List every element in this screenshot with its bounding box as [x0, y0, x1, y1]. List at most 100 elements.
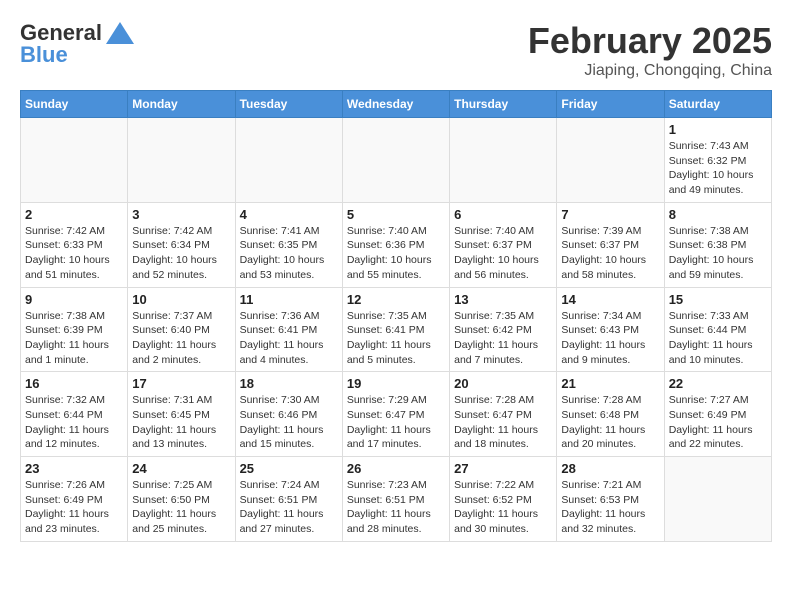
month-title: February 2025	[528, 20, 772, 62]
day-of-week-header: Wednesday	[342, 91, 449, 118]
day-number: 18	[240, 376, 338, 391]
day-info: Sunrise: 7:35 AM Sunset: 6:41 PM Dayligh…	[347, 309, 445, 368]
day-number: 22	[669, 376, 767, 391]
day-info: Sunrise: 7:37 AM Sunset: 6:40 PM Dayligh…	[132, 309, 230, 368]
day-of-week-header: Friday	[557, 91, 664, 118]
day-info: Sunrise: 7:24 AM Sunset: 6:51 PM Dayligh…	[240, 478, 338, 537]
day-number: 23	[25, 461, 123, 476]
calendar-cell: 19Sunrise: 7:29 AM Sunset: 6:47 PM Dayli…	[342, 372, 449, 457]
day-number: 5	[347, 207, 445, 222]
calendar-cell: 10Sunrise: 7:37 AM Sunset: 6:40 PM Dayli…	[128, 287, 235, 372]
calendar-cell: 25 Sunrise: 7:24 AM Sunset: 6:51 PM Dayli…	[235, 457, 342, 542]
calendar-header-row: SundayMondayTuesdayWednesdayThursdayFrid…	[21, 91, 772, 118]
calendar-table: SundayMondayTuesdayWednesdayThursdayFrid…	[20, 90, 772, 542]
day-info: Sunrise: 7:21 AM Sunset: 6:53 PM Dayligh…	[561, 478, 659, 537]
calendar-week-row: 9 Sunrise: 7:38 AM Sunset: 6:39 PM Daylig…	[21, 287, 772, 372]
day-info: Sunrise: 7:39 AM Sunset: 6:37 PM Dayligh…	[561, 224, 659, 283]
day-number: 4	[240, 207, 338, 222]
calendar-cell	[342, 118, 449, 203]
calendar-cell: 9 Sunrise: 7:38 AM Sunset: 6:39 PM Daylig…	[21, 287, 128, 372]
calendar-week-row: 2Sunrise: 7:42 AM Sunset: 6:33 PM Daylig…	[21, 202, 772, 287]
logo: General Blue	[20, 20, 134, 68]
day-info: Sunrise: 7:26 AM Sunset: 6:49 PM Dayligh…	[25, 478, 123, 537]
page-header: General Blue February 2025 Jiaping, Chon…	[20, 20, 772, 80]
day-number: 3	[132, 207, 230, 222]
day-info: Sunrise: 7:28 AM Sunset: 6:47 PM Dayligh…	[454, 393, 552, 452]
day-number: 27	[454, 461, 552, 476]
day-number: 26	[347, 461, 445, 476]
calendar-cell: 12 Sunrise: 7:35 AM Sunset: 6:41 PM Dayli…	[342, 287, 449, 372]
calendar-week-row: 1Sunrise: 7:43 AM Sunset: 6:32 PM Daylig…	[21, 118, 772, 203]
day-of-week-header: Saturday	[664, 91, 771, 118]
calendar-cell: 23 Sunrise: 7:26 AM Sunset: 6:49 PM Dayli…	[21, 457, 128, 542]
calendar-cell: 5 Sunrise: 7:40 AM Sunset: 6:36 PM Daylig…	[342, 202, 449, 287]
logo-icon	[106, 22, 134, 44]
day-number: 21	[561, 376, 659, 391]
day-info: Sunrise: 7:27 AM Sunset: 6:49 PM Dayligh…	[669, 393, 767, 452]
calendar-cell: 7 Sunrise: 7:39 AM Sunset: 6:37 PM Daylig…	[557, 202, 664, 287]
calendar-cell: 16 Sunrise: 7:32 AM Sunset: 6:44 PM Dayli…	[21, 372, 128, 457]
calendar-cell: 18 Sunrise: 7:30 AM Sunset: 6:46 PM Dayli…	[235, 372, 342, 457]
calendar-cell	[21, 118, 128, 203]
day-number: 15	[669, 292, 767, 307]
day-number: 24	[132, 461, 230, 476]
day-number: 28	[561, 461, 659, 476]
calendar-cell: 11 Sunrise: 7:36 AM Sunset: 6:41 PM Dayli…	[235, 287, 342, 372]
day-info: Sunrise: 7:40 AM Sunset: 6:36 PM Dayligh…	[347, 224, 445, 283]
day-number: 7	[561, 207, 659, 222]
title-section: February 2025 Jiaping, Chongqing, China	[528, 20, 772, 80]
day-number: 17	[132, 376, 230, 391]
day-info: Sunrise: 7:29 AM Sunset: 6:47 PM Dayligh…	[347, 393, 445, 452]
day-number: 8	[669, 207, 767, 222]
calendar-cell: 4 Sunrise: 7:41 AM Sunset: 6:35 PM Daylig…	[235, 202, 342, 287]
day-number: 25	[240, 461, 338, 476]
calendar-cell: 21 Sunrise: 7:28 AM Sunset: 6:48 PM Dayli…	[557, 372, 664, 457]
day-info: Sunrise: 7:28 AM Sunset: 6:48 PM Dayligh…	[561, 393, 659, 452]
calendar-cell: 8 Sunrise: 7:38 AM Sunset: 6:38 PM Daylig…	[664, 202, 771, 287]
day-info: Sunrise: 7:36 AM Sunset: 6:41 PM Dayligh…	[240, 309, 338, 368]
calendar-cell: 22 Sunrise: 7:27 AM Sunset: 6:49 PM Dayli…	[664, 372, 771, 457]
day-info: Sunrise: 7:41 AM Sunset: 6:35 PM Dayligh…	[240, 224, 338, 283]
calendar-week-row: 16 Sunrise: 7:32 AM Sunset: 6:44 PM Dayli…	[21, 372, 772, 457]
day-number: 11	[240, 292, 338, 307]
day-info: Sunrise: 7:23 AM Sunset: 6:51 PM Dayligh…	[347, 478, 445, 537]
day-number: 6	[454, 207, 552, 222]
calendar-cell	[557, 118, 664, 203]
calendar-cell: 17 Sunrise: 7:31 AM Sunset: 6:45 PM Dayli…	[128, 372, 235, 457]
day-info: Sunrise: 7:30 AM Sunset: 6:46 PM Dayligh…	[240, 393, 338, 452]
day-info: Sunrise: 7:33 AM Sunset: 6:44 PM Dayligh…	[669, 309, 767, 368]
day-number: 9	[25, 292, 123, 307]
calendar-week-row: 23 Sunrise: 7:26 AM Sunset: 6:49 PM Dayli…	[21, 457, 772, 542]
day-info: Sunrise: 7:38 AM Sunset: 6:39 PM Dayligh…	[25, 309, 123, 368]
calendar-cell	[450, 118, 557, 203]
day-number: 16	[25, 376, 123, 391]
day-info: Sunrise: 7:25 AM Sunset: 6:50 PM Dayligh…	[132, 478, 230, 537]
day-number: 2	[25, 207, 123, 222]
logo-blue-text: Blue	[20, 42, 68, 68]
calendar-cell: 27Sunrise: 7:22 AM Sunset: 6:52 PM Dayli…	[450, 457, 557, 542]
day-of-week-header: Thursday	[450, 91, 557, 118]
calendar-cell: 28 Sunrise: 7:21 AM Sunset: 6:53 PM Dayli…	[557, 457, 664, 542]
calendar-cell: 14Sunrise: 7:34 AM Sunset: 6:43 PM Dayli…	[557, 287, 664, 372]
day-of-week-header: Monday	[128, 91, 235, 118]
calendar-cell: 6 Sunrise: 7:40 AM Sunset: 6:37 PM Daylig…	[450, 202, 557, 287]
calendar-cell: 20 Sunrise: 7:28 AM Sunset: 6:47 PM Dayli…	[450, 372, 557, 457]
day-info: Sunrise: 7:38 AM Sunset: 6:38 PM Dayligh…	[669, 224, 767, 283]
day-info: Sunrise: 7:35 AM Sunset: 6:42 PM Dayligh…	[454, 309, 552, 368]
day-info: Sunrise: 7:43 AM Sunset: 6:32 PM Dayligh…	[669, 139, 767, 198]
calendar-cell: 3 Sunrise: 7:42 AM Sunset: 6:34 PM Daylig…	[128, 202, 235, 287]
calendar-cell	[128, 118, 235, 203]
day-number: 14	[561, 292, 659, 307]
day-of-week-header: Tuesday	[235, 91, 342, 118]
calendar-cell: 1Sunrise: 7:43 AM Sunset: 6:32 PM Daylig…	[664, 118, 771, 203]
day-info: Sunrise: 7:32 AM Sunset: 6:44 PM Dayligh…	[25, 393, 123, 452]
day-number: 12	[347, 292, 445, 307]
day-info: Sunrise: 7:31 AM Sunset: 6:45 PM Dayligh…	[132, 393, 230, 452]
day-info: Sunrise: 7:42 AM Sunset: 6:34 PM Dayligh…	[132, 224, 230, 283]
calendar-cell: 2Sunrise: 7:42 AM Sunset: 6:33 PM Daylig…	[21, 202, 128, 287]
day-number: 20	[454, 376, 552, 391]
calendar-cell: 15 Sunrise: 7:33 AM Sunset: 6:44 PM Dayli…	[664, 287, 771, 372]
day-info: Sunrise: 7:40 AM Sunset: 6:37 PM Dayligh…	[454, 224, 552, 283]
calendar-cell: 13Sunrise: 7:35 AM Sunset: 6:42 PM Dayli…	[450, 287, 557, 372]
calendar-cell: 24 Sunrise: 7:25 AM Sunset: 6:50 PM Dayli…	[128, 457, 235, 542]
